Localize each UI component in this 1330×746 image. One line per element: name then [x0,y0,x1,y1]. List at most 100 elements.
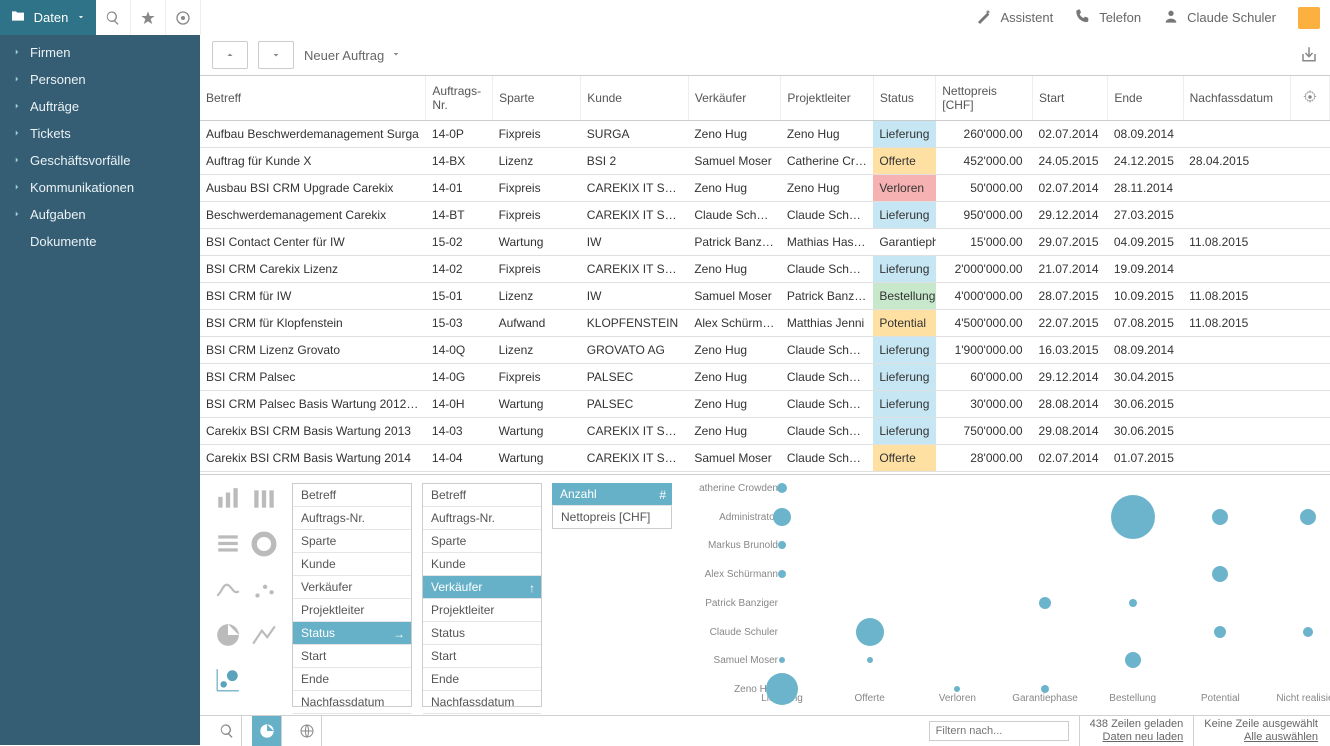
assistant-link[interactable]: Assistent [976,8,1053,27]
col-projektleiter[interactable]: Projektleiter [781,76,874,121]
sidebar-item-aufgaben[interactable]: Aufgaben [0,201,200,228]
table-row[interactable]: BSI CRM Palsec Basis Wartung 2012/201314… [200,391,1330,418]
table-row[interactable]: BSI CRM Palsec14-0GFixpreisPALSECZeno Hu… [200,364,1330,391]
filter-input[interactable] [929,721,1069,741]
table[interactable]: Betreff Auftrags-Nr. Sparte Kunde Verkäu… [200,75,1330,475]
chart-type-donut[interactable] [248,528,280,560]
dim-betreff[interactable]: Betreff [293,484,411,507]
target-button[interactable] [166,0,201,35]
new-order-button[interactable]: Neuer Auftrag [304,48,402,63]
avatar[interactable] [1298,7,1320,29]
dim-projektleiter[interactable]: Projektleiter [293,599,411,622]
chart-type-bubble[interactable] [212,664,244,696]
bubble-point[interactable] [1111,495,1155,539]
dim-kunde[interactable]: Kunde [293,553,411,576]
section-switcher[interactable]: Daten [0,0,96,35]
bubble-point[interactable] [1041,685,1049,693]
col-status[interactable]: Status [873,76,935,121]
bubble-point[interactable] [766,673,798,705]
dim-auftrags-nr.[interactable]: Auftrags-Nr. [423,507,541,530]
col-auftragsnr[interactable]: Auftrags-Nr. [426,76,493,121]
table-row[interactable]: BSI CRM für IW15-01LizenzIWSamuel MoserP… [200,283,1330,310]
measure-anzahl[interactable]: Anzahl# [552,483,672,506]
telefon-link[interactable]: Telefon [1075,8,1141,27]
chart-type-pie[interactable] [212,619,244,651]
col-betreff[interactable]: Betreff [200,76,426,121]
col-verkaeufer[interactable]: Verkäufer [688,76,781,121]
next-button[interactable] [258,41,294,69]
dim-sparte[interactable]: Sparte [423,530,541,553]
select-all-link[interactable]: Alle auswählen [1204,731,1318,744]
reload-link[interactable]: Daten neu laden [1090,731,1184,744]
sb-search-button[interactable] [212,716,242,746]
table-settings-button[interactable] [1291,76,1330,121]
dim-status[interactable]: Status [423,622,541,645]
sidebar-item-kommunikationen[interactable]: Kommunikationen [0,174,200,201]
chart-type-stacked[interactable] [248,483,280,515]
bubble-chart[interactable]: atherine CrowdenAdministratorMarkus Brun… [692,483,1318,707]
user-link[interactable]: Claude Schuler [1163,8,1276,27]
bubble-point[interactable] [1303,627,1313,637]
chart-type-list[interactable] [212,528,244,560]
bubble-point[interactable] [1125,652,1141,668]
bubble-point[interactable] [1214,626,1226,638]
dim-verkäufer[interactable]: Verkäufer [293,576,411,599]
sidebar-item-personen[interactable]: Personen [0,66,200,93]
bubble-point[interactable] [773,508,791,526]
bubble-point[interactable] [1212,566,1228,582]
bubble-point[interactable] [856,618,884,646]
table-row[interactable]: BSI Contact Center für IW15-02WartungIWP… [200,229,1330,256]
dim-start[interactable]: Start [423,645,541,668]
dim-sparte[interactable]: Sparte [293,530,411,553]
dim-nachfassdatum[interactable]: Nachfassdatum [423,691,541,714]
dim-betreff[interactable]: Betreff [423,484,541,507]
favorite-button[interactable] [131,0,166,35]
dim-verkäufer[interactable]: Verkäufer↑ [423,576,541,599]
measure-nettopreis[interactable]: Nettopreis [CHF] [552,506,672,529]
col-sparte[interactable]: Sparte [493,76,581,121]
bubble-point[interactable] [867,657,873,663]
col-nettopreis[interactable]: Nettopreis [CHF] [936,76,1033,121]
col-nachfass[interactable]: Nachfassdatum [1183,76,1291,121]
sidebar-item-tickets[interactable]: Tickets [0,120,200,147]
dim-start[interactable]: Start [293,645,411,668]
sidebar-item-dokumente[interactable]: Dokumente [0,228,200,255]
dim-projektleiter[interactable]: Projektleiter [423,599,541,622]
sb-chart-button[interactable] [252,716,282,746]
dim-ende[interactable]: Ende [293,668,411,691]
table-row[interactable]: Carekix BSI CRM Basis Wartung 201414-04W… [200,445,1330,472]
table-row[interactable]: Auftrag für Kunde X14-BXLizenzBSI 2Samue… [200,148,1330,175]
sidebar-item-aufträge[interactable]: Aufträge [0,93,200,120]
table-row[interactable]: BSI CRM Carekix Lizenz14-02FixpreisCAREK… [200,256,1330,283]
bubble-point[interactable] [1300,509,1316,525]
bubble-point[interactable] [777,483,787,493]
dim-status[interactable]: Status→ [293,622,411,645]
dim-ende[interactable]: Ende [423,668,541,691]
export-button[interactable] [1300,45,1318,66]
search-button[interactable] [96,0,131,35]
dim-nachfassdatum[interactable]: Nachfassdatum [293,691,411,714]
table-row[interactable]: Carekix BSI CRM Basis Wartung 201314-03W… [200,418,1330,445]
bubble-point[interactable] [1212,509,1228,525]
chart-type-bar[interactable] [212,483,244,515]
bubble-point[interactable] [954,686,960,692]
dim-auftrags-nr.[interactable]: Auftrags-Nr. [293,507,411,530]
bubble-point[interactable] [1039,597,1051,609]
table-row[interactable]: Ausbau BSI CRM Upgrade Carekix14-01Fixpr… [200,175,1330,202]
chart-type-scatter2[interactable] [248,573,280,605]
col-ende[interactable]: Ende [1108,76,1183,121]
sidebar-item-firmen[interactable]: Firmen [0,39,200,66]
bubble-point[interactable] [778,541,786,549]
bubble-point[interactable] [778,570,786,578]
table-row[interactable]: Aufbau Beschwerdemanagement Surga14-0PFi… [200,121,1330,148]
sb-globe-button[interactable] [292,716,322,746]
prev-button[interactable] [212,41,248,69]
table-row[interactable]: BSI CRM Lizenz Grovato14-0QLizenzGROVATO… [200,337,1330,364]
sidebar-item-geschäftsvorfälle[interactable]: Geschäftsvorfälle [0,147,200,174]
col-start[interactable]: Start [1033,76,1108,121]
table-row[interactable]: Beschwerdemanagement Carekix14-BTFixprei… [200,202,1330,229]
chart-type-line[interactable] [212,573,244,605]
col-kunde[interactable]: Kunde [581,76,689,121]
bubble-point[interactable] [1129,599,1137,607]
bubble-point[interactable] [779,657,785,663]
